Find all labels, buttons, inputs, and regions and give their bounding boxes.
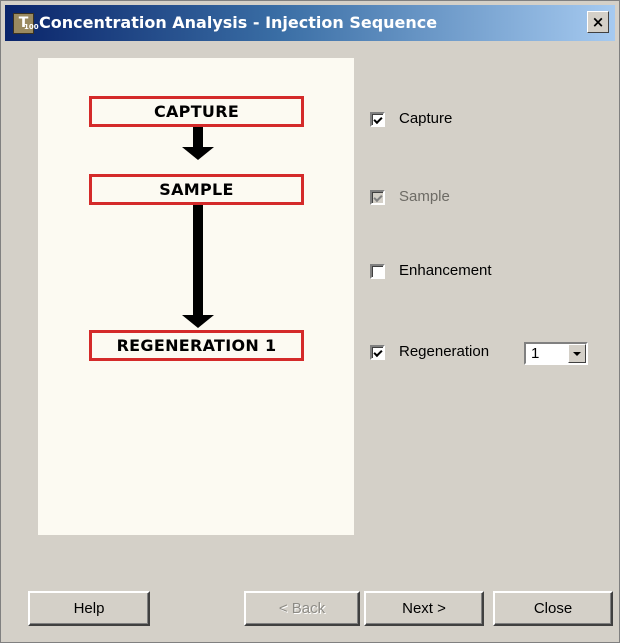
enhancement-checkbox[interactable] (370, 264, 385, 279)
regeneration-count-select[interactable]: 1 (524, 342, 588, 365)
regeneration-label: Regeneration (399, 343, 490, 360)
dialog-window: T 100 Concentration Analysis - Injection … (0, 0, 620, 643)
regeneration-checkbox[interactable] (370, 345, 385, 360)
dropdown-button[interactable] (568, 344, 586, 363)
app-icon-sub: 100 (24, 23, 39, 31)
app-icon: T 100 (13, 13, 39, 34)
help-button[interactable]: Help (28, 591, 150, 626)
capture-checkbox[interactable] (370, 112, 385, 127)
regeneration-count-value: 1 (531, 345, 540, 362)
arrow-head-2 (182, 315, 214, 328)
enhancement-label: Enhancement (399, 262, 492, 279)
next-button[interactable]: Next > (364, 591, 484, 626)
sample-label: Sample (399, 188, 450, 205)
step-capture: CAPTURE (89, 96, 304, 127)
sequence-diagram: CAPTURE SAMPLE REGENERATION 1 (38, 58, 354, 535)
check-icon (373, 192, 383, 203)
arrow-shaft-2 (193, 205, 203, 317)
arrow-head-1 (182, 147, 214, 160)
back-button: < Back (244, 591, 360, 626)
check-icon (373, 114, 383, 125)
title-bar[interactable]: T 100 Concentration Analysis - Injection … (5, 5, 615, 41)
window-title: Concentration Analysis - Injection Seque… (39, 13, 438, 32)
sample-checkbox (370, 190, 385, 205)
check-icon (373, 347, 383, 358)
step-sample: SAMPLE (89, 174, 304, 205)
step-regeneration: REGENERATION 1 (89, 330, 304, 361)
chevron-down-icon (573, 352, 581, 356)
arrow-shaft-1 (193, 127, 203, 147)
close-button[interactable]: Close (493, 591, 613, 626)
capture-label: Capture (399, 110, 453, 127)
close-icon[interactable]: × (587, 11, 609, 33)
